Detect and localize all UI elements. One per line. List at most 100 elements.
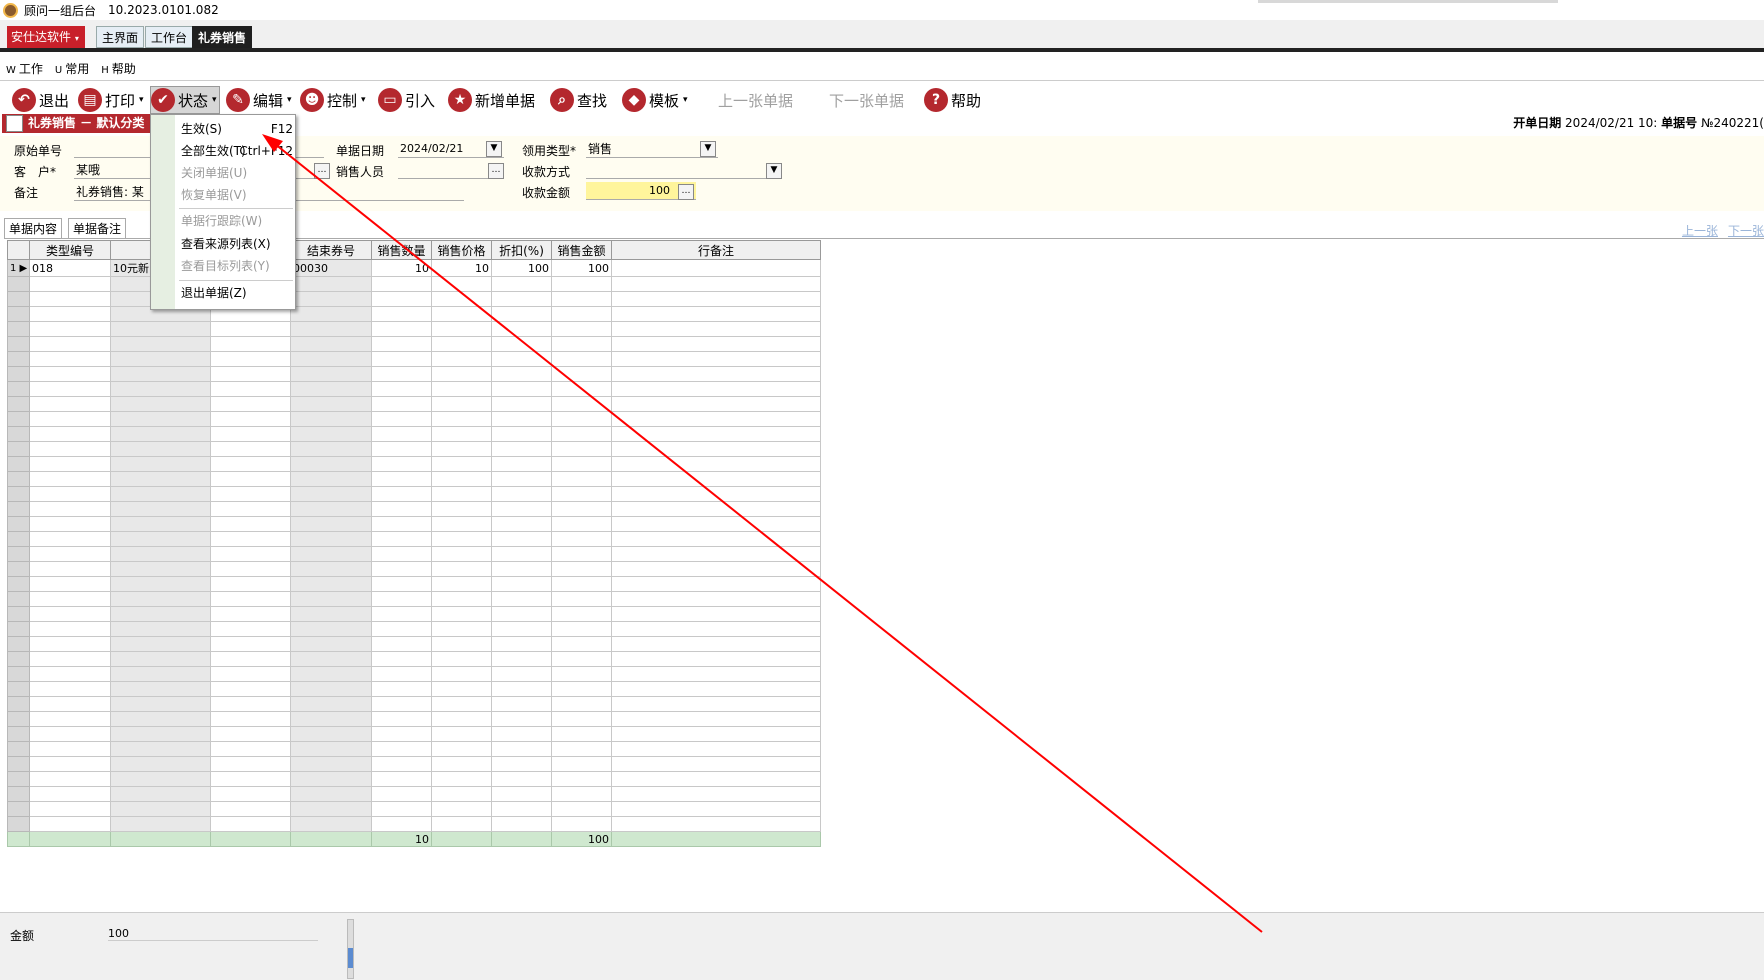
cell-discount[interactable]: 100 bbox=[491, 259, 552, 277]
grid-cell[interactable] bbox=[611, 681, 821, 697]
grid-cell[interactable] bbox=[29, 651, 111, 667]
grid-cell[interactable] bbox=[29, 801, 111, 817]
grid-cell[interactable] bbox=[611, 531, 821, 547]
grid-cell[interactable] bbox=[371, 666, 432, 682]
grid-cell[interactable] bbox=[210, 576, 291, 592]
col-discount[interactable]: 折扣(%) bbox=[491, 240, 552, 260]
grid-cell[interactable] bbox=[371, 336, 432, 352]
cell-price[interactable]: 10 bbox=[431, 259, 492, 277]
table-row[interactable] bbox=[7, 306, 821, 322]
grid-cell[interactable] bbox=[210, 666, 291, 682]
grid-cell[interactable] bbox=[290, 816, 372, 832]
grid-cell[interactable] bbox=[110, 366, 211, 382]
table-row[interactable] bbox=[7, 726, 821, 742]
grid-cell[interactable] bbox=[611, 396, 821, 412]
grid-cell[interactable] bbox=[551, 711, 612, 727]
grid-cell[interactable] bbox=[110, 441, 211, 457]
usage-type-select[interactable]: 销售 bbox=[586, 140, 718, 158]
grid-cell[interactable] bbox=[431, 351, 492, 367]
row-indicator[interactable] bbox=[7, 591, 30, 607]
grid-cell[interactable] bbox=[371, 606, 432, 622]
grid-cell[interactable] bbox=[371, 501, 432, 517]
grid-cell[interactable] bbox=[491, 321, 552, 337]
row-indicator[interactable] bbox=[7, 531, 30, 547]
table-row[interactable] bbox=[7, 471, 821, 487]
col-price[interactable]: 销售价格 bbox=[431, 240, 492, 260]
grid-cell[interactable] bbox=[210, 696, 291, 712]
grid-cell[interactable] bbox=[290, 666, 372, 682]
grid-cell[interactable] bbox=[371, 321, 432, 337]
grid-cell[interactable] bbox=[210, 741, 291, 757]
grid-cell[interactable] bbox=[371, 291, 432, 307]
grid-cell[interactable] bbox=[371, 741, 432, 757]
grid-cell[interactable] bbox=[290, 801, 372, 817]
grid-cell[interactable] bbox=[431, 756, 492, 772]
menu-work[interactable]: W 工作 bbox=[6, 60, 43, 77]
table-row[interactable] bbox=[7, 606, 821, 622]
grid-cell[interactable] bbox=[29, 381, 111, 397]
grid-cell[interactable] bbox=[551, 381, 612, 397]
row-indicator[interactable] bbox=[7, 801, 30, 817]
row-indicator[interactable] bbox=[7, 741, 30, 757]
cell-amount[interactable]: 100 bbox=[551, 259, 612, 277]
grid-cell[interactable] bbox=[491, 306, 552, 322]
row-indicator[interactable] bbox=[7, 546, 30, 562]
grid-cell[interactable] bbox=[551, 786, 612, 802]
status-button[interactable]: ✔ 状态 ▾ bbox=[150, 86, 220, 114]
grid-cell[interactable] bbox=[371, 726, 432, 742]
splitter-handle[interactable] bbox=[348, 948, 353, 968]
grid-cell[interactable] bbox=[431, 426, 492, 442]
grid-cell[interactable] bbox=[491, 651, 552, 667]
grid-cell[interactable] bbox=[491, 411, 552, 427]
grid-cell[interactable] bbox=[29, 681, 111, 697]
grid-cell[interactable] bbox=[491, 726, 552, 742]
menu-item-activate-all[interactable]: 全部生效(T) Ctrl+F12 bbox=[181, 141, 293, 161]
row-indicator[interactable] bbox=[7, 441, 30, 457]
grid-cell[interactable] bbox=[210, 546, 291, 562]
grid-cell[interactable] bbox=[611, 321, 821, 337]
grid-cell[interactable] bbox=[551, 546, 612, 562]
row-indicator[interactable] bbox=[7, 336, 30, 352]
table-row[interactable] bbox=[7, 456, 821, 472]
grid-cell[interactable] bbox=[611, 816, 821, 832]
grid-cell[interactable] bbox=[431, 321, 492, 337]
grid-cell[interactable] bbox=[290, 726, 372, 742]
grid-cell[interactable] bbox=[551, 516, 612, 532]
menu-item-line-trace[interactable]: 单据行跟踪(W) bbox=[181, 211, 293, 231]
row-indicator[interactable] bbox=[7, 381, 30, 397]
col-qty[interactable]: 销售数量 bbox=[371, 240, 432, 260]
row-indicator[interactable] bbox=[7, 411, 30, 427]
grid-cell[interactable] bbox=[431, 801, 492, 817]
grid-cell[interactable] bbox=[110, 606, 211, 622]
table-row[interactable] bbox=[7, 396, 821, 412]
grid-cell[interactable] bbox=[290, 696, 372, 712]
menu-item-exit-doc[interactable]: 退出单据(Z) bbox=[181, 283, 293, 303]
grid-cell[interactable] bbox=[110, 741, 211, 757]
menu-help[interactable]: H 帮助 bbox=[101, 60, 136, 77]
table-row[interactable] bbox=[7, 696, 821, 712]
grid-cell[interactable] bbox=[290, 456, 372, 472]
row-indicator[interactable] bbox=[7, 606, 30, 622]
grid-cell[interactable] bbox=[210, 756, 291, 772]
grid-cell[interactable] bbox=[491, 696, 552, 712]
grid-cell[interactable] bbox=[290, 486, 372, 502]
grid-cell[interactable] bbox=[110, 456, 211, 472]
grid-cell[interactable] bbox=[491, 801, 552, 817]
grid-cell[interactable] bbox=[551, 621, 612, 637]
grid-cell[interactable] bbox=[29, 291, 111, 307]
grid-cell[interactable] bbox=[110, 381, 211, 397]
grid-cell[interactable] bbox=[210, 816, 291, 832]
pay-amount-lookup-button[interactable]: … bbox=[678, 184, 694, 200]
grid-cell[interactable] bbox=[110, 516, 211, 532]
grid-cell[interactable] bbox=[551, 501, 612, 517]
grid-cell[interactable] bbox=[29, 516, 111, 532]
grid-cell[interactable] bbox=[431, 606, 492, 622]
grid-cell[interactable] bbox=[29, 441, 111, 457]
grid-cell[interactable] bbox=[29, 411, 111, 427]
grid-cell[interactable] bbox=[431, 816, 492, 832]
grid-cell[interactable] bbox=[431, 681, 492, 697]
grid-cell[interactable] bbox=[611, 501, 821, 517]
grid-cell[interactable] bbox=[431, 276, 492, 292]
grid-cell[interactable] bbox=[611, 456, 821, 472]
grid-cell[interactable] bbox=[611, 741, 821, 757]
